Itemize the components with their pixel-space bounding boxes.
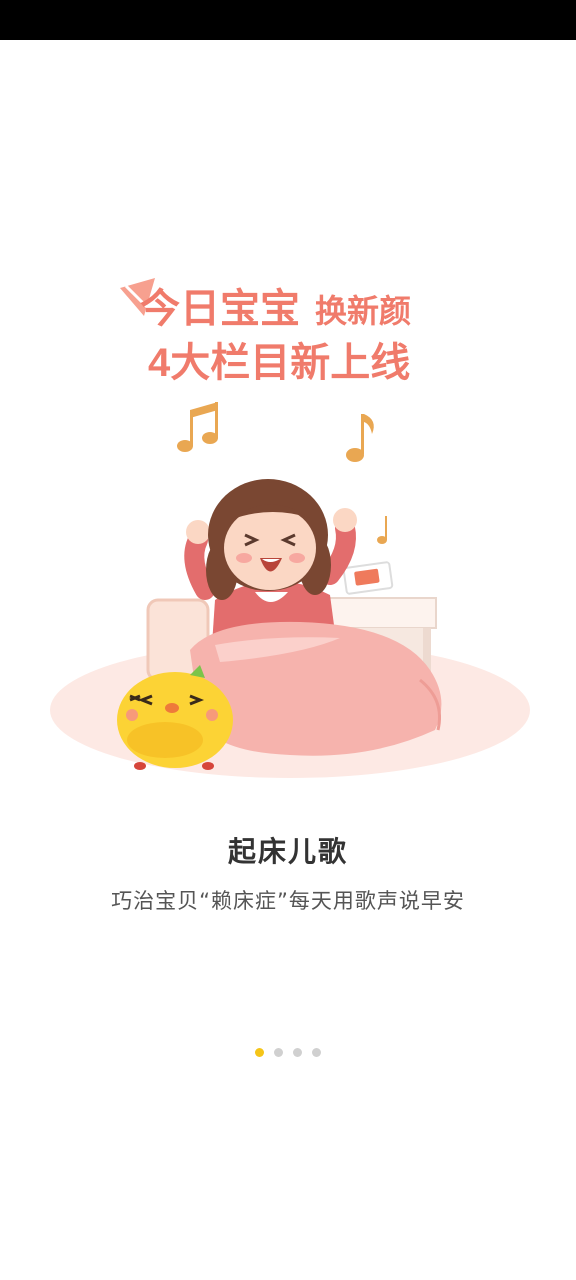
music-note-icon <box>346 414 374 462</box>
onboarding-screen[interactable]: 今日宝宝 换新颜 4大栏目新上线 起床儿歌 巧治宝贝“赖床症”每天用歌声说早安 <box>0 40 576 1280</box>
page-dot[interactable] <box>293 1048 302 1057</box>
music-note-icon <box>177 402 218 452</box>
slide-title: 起床儿歌 <box>227 835 348 868</box>
page-indicator <box>0 1048 576 1057</box>
banner-line2: 4大栏目新上线 <box>148 341 410 385</box>
page-dot[interactable] <box>312 1048 321 1057</box>
music-note-icon <box>377 516 387 544</box>
banner-headline: 今日宝宝 换新颜 4大栏目新上线 <box>120 278 411 385</box>
banner-line1b: 换新颜 <box>315 293 411 329</box>
page-dot-active[interactable] <box>255 1048 264 1057</box>
banner-line1: 今日宝宝 <box>140 287 300 331</box>
status-bar <box>0 0 576 40</box>
phone-icon <box>342 561 394 595</box>
wake-up-illustration <box>50 402 530 778</box>
slide-subtitle: 巧治宝贝“赖床症”每天用歌声说早安 <box>111 889 465 913</box>
girl-face <box>224 506 316 590</box>
page-dot[interactable] <box>274 1048 283 1057</box>
